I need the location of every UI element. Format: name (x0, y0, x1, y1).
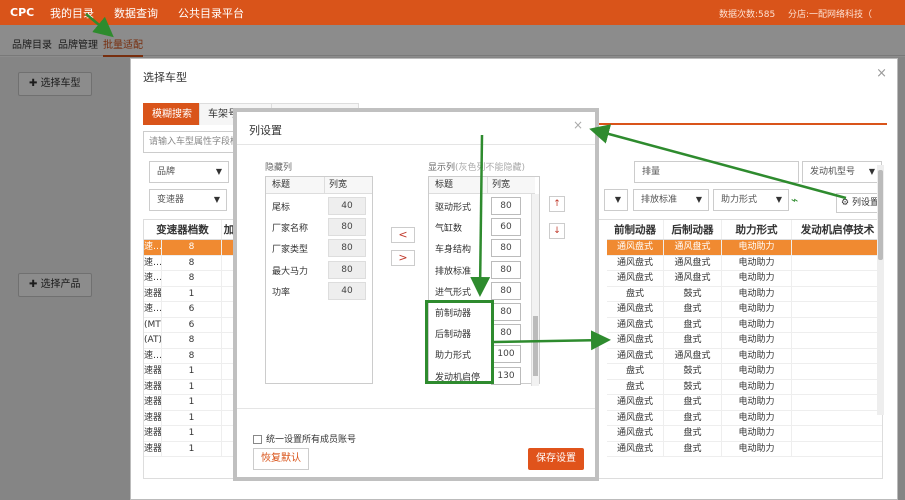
annotation-arrows (85, 13, 847, 351)
annotation-arrow (493, 330, 611, 351)
annotation-arrow (589, 124, 847, 200)
annotation-arrow (470, 134, 491, 297)
annotation-arrow (85, 13, 114, 38)
